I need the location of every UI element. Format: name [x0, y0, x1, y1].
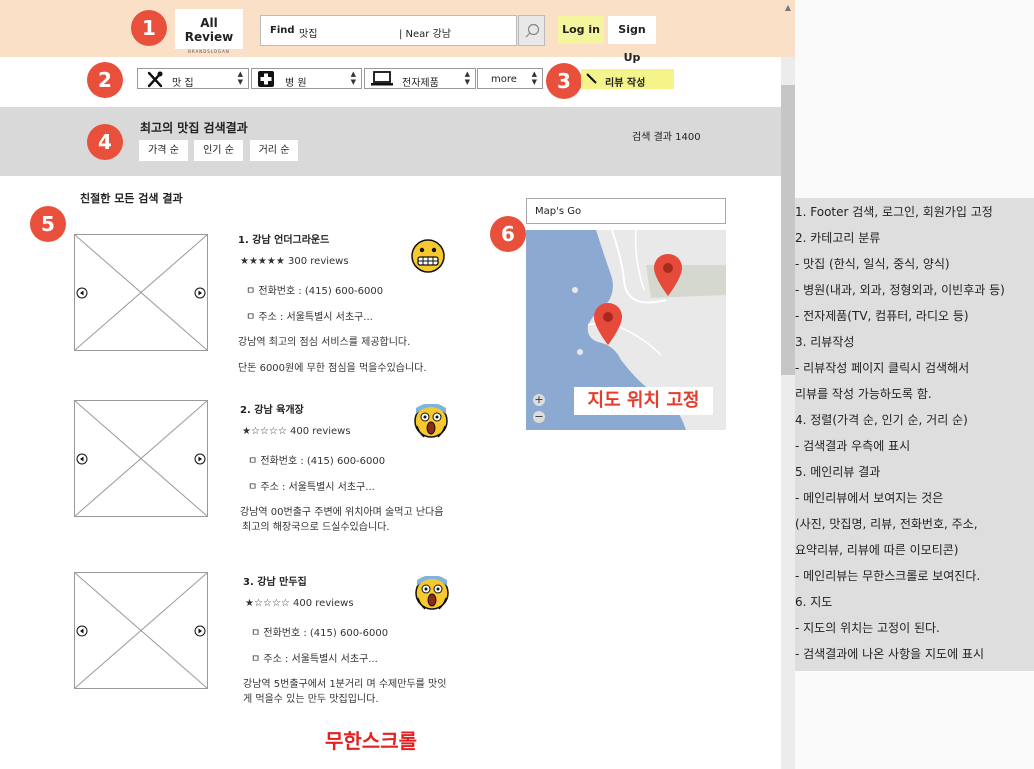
- result-rating: ★☆☆☆☆ 400 reviews: [245, 598, 354, 609]
- category-label: 전자제품: [402, 78, 439, 89]
- result-rating: ★☆☆☆☆ 400 reviews: [242, 426, 351, 437]
- search-find-label: Find: [270, 25, 295, 36]
- logo[interactable]: All Review BRANDSLOGAN: [175, 9, 243, 54]
- badge-6: 6: [490, 216, 526, 252]
- arrow-right-icon[interactable]: [194, 625, 206, 637]
- arrow-right-icon[interactable]: [194, 287, 206, 299]
- note-line: - 전자제품(TV, 컴퓨터, 라디오 등): [795, 309, 969, 323]
- results-heading: 친절한 모든 검색 결과: [80, 192, 183, 205]
- result-description: 최고의 해장국으로 드실수있습니다.: [242, 522, 390, 533]
- note-line: (사진, 맛집명, 리뷰, 전화번호, 주소,: [795, 517, 978, 531]
- result-description: 강남역 5번출구에서 1분거리 며 수제만두를 맛잇: [243, 679, 447, 690]
- chevron-updown-icon: ▲ ▼: [464, 70, 470, 86]
- note-line: - 리뷰작성 페이지 클릭시 검색해서: [795, 361, 970, 375]
- search-near-value: | Near 강남: [399, 29, 451, 40]
- arrow-left-icon[interactable]: [76, 453, 88, 465]
- note-line: - 검색결과에 나온 사항을 지도에 표시: [795, 647, 985, 661]
- result-phone: ㅁ 전화번호 : (415) 600-6000: [246, 286, 384, 297]
- arrow-left-icon[interactable]: [76, 625, 88, 637]
- result-description: 강남역 00번출구 주변에 위치아며 술먹고 난다음: [240, 507, 444, 518]
- result-address: ㅁ 주소 : 서울특별시 서초구...: [251, 654, 378, 665]
- badge-3: 3: [546, 63, 582, 99]
- sort-price-button[interactable]: 가격 순: [139, 140, 188, 161]
- category-label: 맛 집: [172, 78, 194, 89]
- result-thumbnail[interactable]: [74, 572, 208, 689]
- laptop-icon: [371, 71, 393, 86]
- result-count: 검색 결과 1400: [632, 132, 701, 143]
- note-line: - 메인리뷰는 무한스크롤로 보여진다.: [795, 569, 981, 583]
- search-button[interactable]: [518, 15, 545, 46]
- screaming-face-icon: [414, 404, 448, 438]
- result-phone: ㅁ 전화번호 : (415) 600-6000: [248, 456, 386, 467]
- result-rating: ★★★★★ 300 reviews: [240, 256, 349, 267]
- sort-title: 최고의 맛집 검색결과: [140, 121, 248, 135]
- category-select-more[interactable]: more ▲ ▼: [477, 68, 543, 89]
- badge-4: 4: [87, 124, 123, 160]
- result-description: 강남역 최고의 점심 서비스를 제공합니다.: [238, 337, 411, 348]
- screaming-face-icon: [415, 576, 449, 610]
- logo-text: All Review: [184, 16, 234, 44]
- result-address: ㅁ 주소 : 서울특별시 서초구...: [248, 482, 375, 493]
- note-line: 6. 지도: [795, 595, 833, 609]
- result-title[interactable]: 2. 강남 육개장: [240, 401, 304, 416]
- pencil-icon: [586, 73, 597, 84]
- note-line: 5. 메인리뷰 결과: [795, 465, 881, 479]
- note-line: - 메인리뷰에서 보여지는 것은: [795, 491, 944, 505]
- signup-button[interactable]: Sign Up: [608, 16, 656, 64]
- result-address: ㅁ 주소 : 서울특별시 서초구...: [246, 312, 373, 323]
- category-select-electronics[interactable]: 전자제품 ▲ ▼: [364, 68, 476, 89]
- note-line: 1. Footer 검색, 로그인, 회원가입 고정: [795, 205, 993, 219]
- badge-1: 1: [131, 10, 167, 46]
- note-line: 2. 카테고리 분류: [795, 231, 881, 245]
- note-line: 요약리뷰, 리뷰에 따른 이모티콘): [795, 543, 959, 557]
- hospital-cross-icon: [258, 71, 274, 87]
- login-button[interactable]: Log in: [558, 16, 604, 44]
- note-line: - 맛집 (한식, 일식, 중식, 양식): [795, 257, 950, 271]
- write-review-label: 리뷰 작성: [605, 78, 646, 89]
- search-category-value: 맛집: [299, 29, 318, 40]
- category-label: 병 원: [285, 78, 307, 89]
- result-description: 게 먹을수 있는 만두 맛집입니다.: [243, 694, 379, 705]
- chevron-updown-icon: ▲ ▼: [237, 70, 243, 86]
- sort-distance-button[interactable]: 거리 순: [250, 140, 298, 161]
- grinning-face-icon: [411, 239, 445, 273]
- infinite-scroll-label: 무한스크롤: [325, 729, 417, 753]
- badge-5: 5: [30, 206, 66, 242]
- note-line: - 병원(내과, 외과, 정형외과, 이빈후과 등): [795, 283, 1005, 297]
- arrow-right-icon[interactable]: [194, 453, 206, 465]
- result-thumbnail[interactable]: [74, 400, 208, 517]
- map-search-input[interactable]: Map's Go: [526, 198, 726, 224]
- zoom-out-button[interactable]: −: [533, 411, 545, 423]
- write-review-button[interactable]: 리뷰 작성: [581, 69, 674, 89]
- map-fixed-label: 지도 위치 고정: [574, 387, 713, 415]
- category-select-food[interactable]: 맛 집 ▲ ▼: [137, 68, 249, 89]
- logo-slogan: BRANDSLOGAN: [188, 49, 230, 54]
- fork-knife-icon: [147, 71, 163, 88]
- result-title[interactable]: 1. 강남 언더그라운드: [238, 231, 329, 246]
- note-line: 3. 리뷰작성: [795, 335, 855, 349]
- search-input[interactable]: Find 맛집 | Near 강남: [260, 15, 517, 46]
- badge-2: 2: [87, 62, 123, 98]
- chevron-updown-icon: ▲ ▼: [531, 70, 537, 86]
- scrollbar-thumb[interactable]: [781, 85, 795, 375]
- category-select-hospital[interactable]: 병 원 ▲ ▼: [251, 68, 362, 89]
- result-description: 단돈 6000원에 무한 점심을 먹을수있습니다.: [238, 363, 427, 374]
- note-line: 리뷰를 작성 가능하도록 함.: [795, 387, 932, 401]
- arrow-left-icon[interactable]: [76, 287, 88, 299]
- note-line: - 검색결과 우측에 표시: [795, 439, 911, 453]
- note-line: - 지도의 위치는 고정이 된다.: [795, 621, 940, 635]
- result-thumbnail[interactable]: [74, 234, 208, 351]
- result-phone: ㅁ 전화번호 : (415) 600-6000: [251, 628, 389, 639]
- sort-popular-button[interactable]: 인기 순: [194, 140, 243, 161]
- search-icon: [525, 23, 540, 38]
- scroll-up-icon[interactable]: ▲: [781, 0, 795, 16]
- note-line: 4. 정렬(가격 순, 인기 순, 거리 순): [795, 413, 968, 427]
- chevron-updown-icon: ▲ ▼: [350, 70, 356, 86]
- annotation-notes: 1. Footer 검색, 로그인, 회원가입 고정 2. 카테고리 분류 - …: [795, 198, 1034, 671]
- category-label: more: [491, 74, 517, 85]
- zoom-in-button[interactable]: +: [533, 394, 545, 406]
- result-title[interactable]: 3. 강남 만두집: [243, 573, 307, 588]
